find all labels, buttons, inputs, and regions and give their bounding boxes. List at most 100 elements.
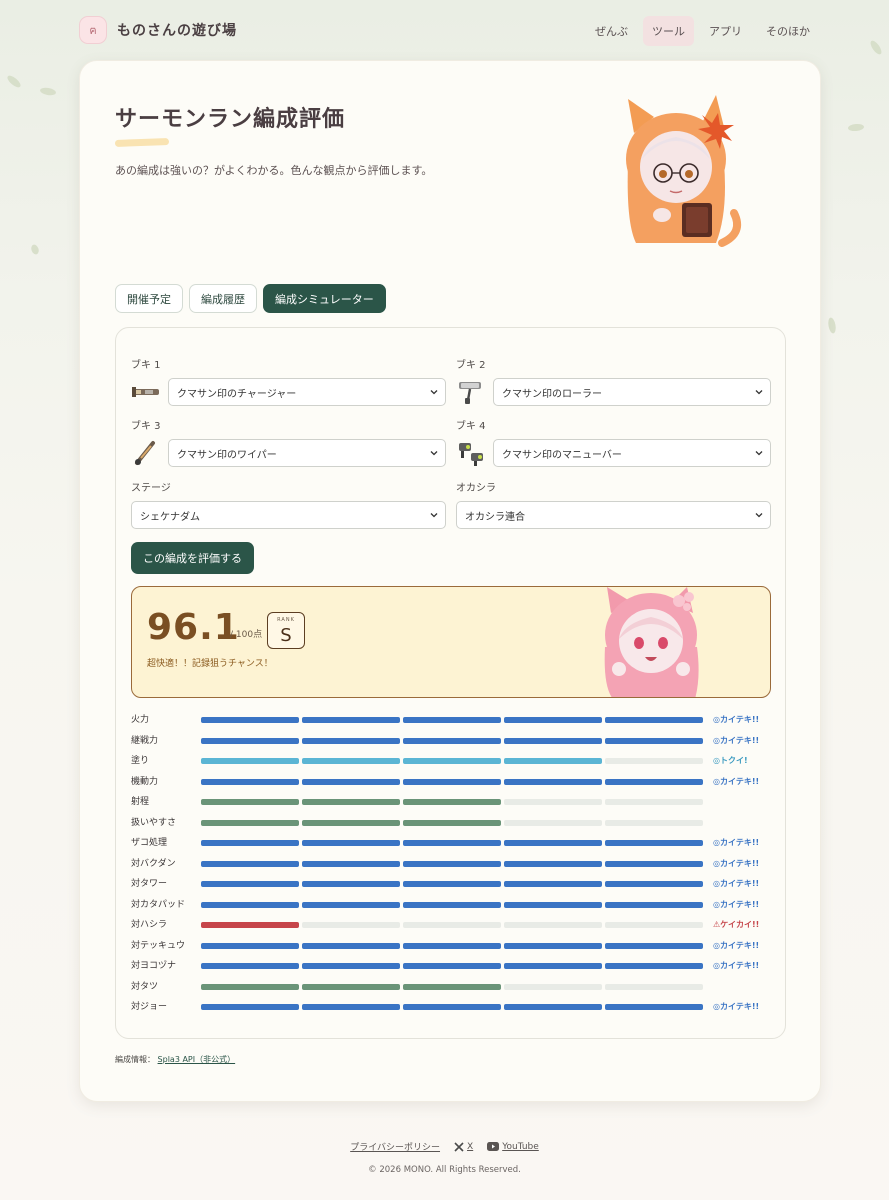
stat-name: 対ジョー bbox=[131, 1002, 168, 1012]
stat-bar-segment bbox=[403, 963, 501, 969]
stat-row: 継戦力 ◎カイテキ!! bbox=[131, 734, 771, 755]
weapon-3-select[interactable]: クマサン印のワイパー bbox=[168, 439, 446, 467]
evaluate-button[interactable]: この編成を評価する bbox=[131, 542, 254, 574]
source-label: 編成情報： bbox=[115, 1055, 155, 1064]
stat-bar-segment bbox=[504, 737, 602, 744]
stat-bar-group bbox=[201, 881, 703, 887]
page-title: サーモンラン編成評価 bbox=[115, 107, 346, 132]
stat-bar-segment bbox=[403, 942, 501, 949]
stat-row: 対カタパッド ◎カイテキ!! bbox=[131, 898, 771, 919]
weapon-3-field: ブキ 3 クマサン印のワイパー bbox=[131, 417, 446, 467]
weapon-1-value: クマサン印のチャージャー bbox=[177, 388, 297, 400]
stat-tag: ◎カイテキ!! bbox=[713, 899, 760, 909]
tab-simulator[interactable]: 編成シミュレーター bbox=[263, 284, 386, 313]
stat-bar-group bbox=[201, 1004, 703, 1010]
stat-bar-segment bbox=[302, 901, 400, 908]
rank-caption: RANK bbox=[277, 617, 295, 623]
stat-bar-segment bbox=[201, 901, 299, 908]
stat-bar-group bbox=[201, 778, 703, 785]
stat-bar-segment bbox=[504, 778, 602, 785]
stat-name: 火力 bbox=[131, 715, 150, 725]
stat-bar-segment bbox=[302, 819, 400, 826]
stat-bar-segment bbox=[403, 737, 501, 744]
stat-tag: ◎トクイ! bbox=[713, 756, 748, 765]
stat-bar-segment bbox=[504, 799, 602, 805]
stat-bar-segment bbox=[504, 819, 602, 826]
copyright: © 2026 MONO. All Rights Reserved. bbox=[368, 1165, 521, 1175]
stat-bar-segment bbox=[504, 963, 602, 969]
stat-bar-segment bbox=[403, 983, 501, 990]
source-credit: 編成情報： Spla3 API（非公式） bbox=[115, 1054, 235, 1065]
stat-bar-segment bbox=[504, 942, 602, 949]
tab-history[interactable]: 編成履歴 bbox=[189, 284, 257, 313]
nav-item-apps[interactable]: アプリ bbox=[700, 16, 751, 46]
chevron-down-icon bbox=[430, 390, 438, 395]
stat-bar-segment bbox=[605, 778, 703, 785]
boss-field: オカシラ オカシラ連合 bbox=[456, 479, 771, 529]
stat-bar-segment bbox=[403, 922, 501, 928]
weapon-2-select[interactable]: クマサン印のローラー bbox=[493, 378, 771, 406]
stat-bar-group bbox=[201, 942, 703, 949]
stat-bar-segment bbox=[302, 737, 400, 744]
stat-row: 火力 ◎カイテキ!! bbox=[131, 713, 771, 734]
stat-bar-segment bbox=[201, 799, 299, 805]
stat-bar-segment bbox=[605, 983, 703, 990]
stat-bar-segment bbox=[403, 799, 501, 805]
stat-bar-group bbox=[201, 860, 703, 867]
stat-name: 対タツ bbox=[131, 981, 159, 992]
boss-select[interactable]: オカシラ連合 bbox=[456, 501, 771, 529]
stat-bar-segment bbox=[403, 901, 501, 908]
weapon-3-value: クマサン印のワイパー bbox=[177, 449, 277, 461]
weapon-2-field: ブキ 2 クマサン印のローラー bbox=[456, 356, 771, 406]
x-link[interactable]: X bbox=[454, 1142, 473, 1152]
site-footer: プライバシーポリシー X YouTube © 2026 MONO. All Ri… bbox=[0, 1140, 889, 1176]
stat-bar-segment bbox=[302, 840, 400, 846]
stat-tag: ◎カイテキ!! bbox=[713, 961, 760, 970]
score-max: / 100点 bbox=[230, 630, 263, 640]
stat-bar-segment bbox=[302, 758, 400, 764]
nav-item-tools[interactable]: ツール bbox=[643, 16, 694, 46]
stat-bar-segment bbox=[201, 942, 299, 949]
stat-bar-group bbox=[201, 737, 703, 744]
rank-badge: RANK S bbox=[267, 612, 305, 649]
stat-row: 射程 bbox=[131, 795, 771, 816]
chevron-down-icon bbox=[755, 390, 763, 395]
tab-schedule[interactable]: 開催予定 bbox=[115, 284, 183, 313]
source-link[interactable]: Spla3 API（非公式） bbox=[158, 1055, 236, 1064]
weapon-1-select[interactable]: クマサン印のチャージャー bbox=[168, 378, 446, 406]
stat-bar-group bbox=[201, 840, 703, 846]
youtube-link[interactable]: YouTube bbox=[487, 1142, 539, 1152]
stat-bar-segment bbox=[302, 799, 400, 805]
stat-bar-segment bbox=[605, 840, 703, 846]
stage-label: ステージ bbox=[131, 483, 171, 494]
mascot-orange-hood-image bbox=[626, 95, 741, 247]
stat-bar-segment bbox=[504, 758, 602, 764]
brand-link[interactable]: ฅ ものさんの遊び場 bbox=[79, 16, 237, 44]
stat-bar-segment bbox=[302, 860, 400, 867]
stat-name: 対タワー bbox=[131, 879, 168, 889]
stat-bar-segment bbox=[201, 778, 299, 785]
boss-value: オカシラ連合 bbox=[465, 511, 525, 523]
stat-tag: ◎カイテキ!! bbox=[713, 940, 760, 950]
charger-icon bbox=[132, 387, 159, 397]
privacy-link[interactable]: プライバシーポリシー bbox=[350, 1140, 440, 1153]
weapon-4-field: ブキ 4 クマサン印のマニューバー bbox=[456, 417, 771, 467]
nav-item-all[interactable]: ぜんぶ bbox=[586, 16, 637, 46]
stat-bar-segment bbox=[504, 717, 602, 723]
stat-bar-segment bbox=[504, 922, 602, 928]
stat-row: 対タツ bbox=[131, 980, 771, 1001]
stat-bar-segment bbox=[605, 758, 703, 764]
weapon-4-select[interactable]: クマサン印のマニューバー bbox=[493, 439, 771, 467]
x-link-label: X bbox=[467, 1141, 474, 1152]
stat-bar-segment bbox=[302, 942, 400, 949]
stat-bar-segment bbox=[201, 963, 299, 969]
stage-value: シェケナダム bbox=[140, 511, 200, 523]
stat-bar-segment bbox=[403, 778, 501, 785]
nav-item-other[interactable]: そのほか bbox=[757, 16, 819, 46]
stat-row: 対ハシラ ⚠ケイカイ!! bbox=[131, 918, 771, 939]
stat-row: 対テッキュウ ◎カイテキ!! bbox=[131, 939, 771, 960]
stage-select[interactable]: シェケナダム bbox=[131, 501, 446, 529]
stat-bar-group bbox=[201, 901, 703, 908]
stat-bar-segment bbox=[403, 819, 501, 826]
stat-bar-segment bbox=[403, 881, 501, 887]
